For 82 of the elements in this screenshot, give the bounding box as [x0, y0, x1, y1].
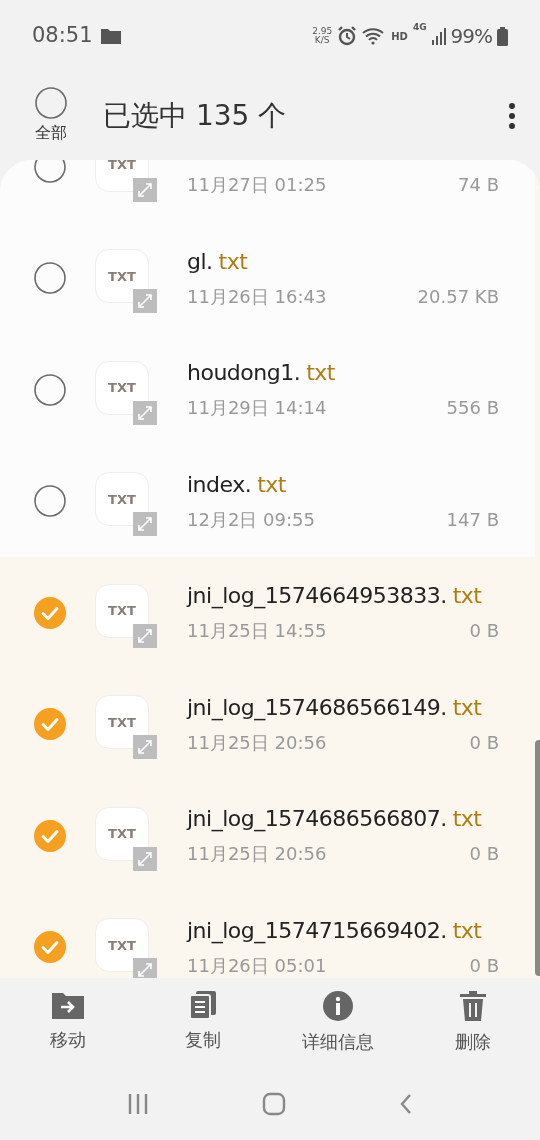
file-type-icon: TXT [95, 472, 149, 527]
action-button[interactable]: 删除 [405, 990, 540, 1068]
modified-date: 11月27日 01:25 [187, 173, 327, 198]
file-row[interactable]: TXT jni_log_1574664953833. txt 11月25日 14:55 0 B [0, 557, 535, 669]
modified-date: 11月25日 14:55 [187, 619, 327, 644]
modified-date: 11月25日 20:56 [187, 730, 327, 755]
recent-apps-icon[interactable] [126, 1092, 150, 1116]
select-all-checkbox[interactable] [35, 87, 67, 119]
file-extension: txt [257, 470, 286, 499]
row-checkbox[interactable] [34, 819, 66, 852]
file-extension: txt [452, 582, 482, 611]
row-checkbox[interactable] [34, 160, 66, 183]
expand-icon [133, 623, 157, 648]
file-size: 147 B [446, 507, 499, 532]
network-type: 4G [412, 21, 427, 34]
selection-title: 已选中 135 个 [103, 98, 287, 134]
expand-icon [133, 289, 157, 314]
file-row[interactable]: TXT jni_log_1574686566149. txt 11月25日 20:56 0 B [0, 668, 535, 780]
modified-date: 11月26日 05:01 [187, 953, 327, 978]
alarm-icon [337, 26, 358, 46]
expand-icon [133, 735, 157, 760]
action-button[interactable]: 详细信息 [270, 990, 405, 1068]
file-extension: txt [452, 693, 482, 722]
file-row[interactable]: TXT jni_log_1574686566807. txt 11月25日 20:56 0 B [0, 780, 535, 892]
file-size: 0 B [469, 619, 499, 644]
file-name: index. [187, 470, 252, 499]
row-checkbox[interactable] [34, 373, 66, 406]
file-type-icon: TXT [95, 918, 149, 973]
back-icon[interactable] [398, 1092, 414, 1116]
row-checkbox[interactable] [34, 596, 66, 629]
row-checkbox[interactable] [34, 931, 66, 964]
battery-percent: 99% [450, 23, 492, 50]
action-button[interactable]: 移动 [0, 990, 135, 1068]
file-name: jni_log_1574715669402. [187, 916, 447, 946]
file-type-icon: TXT [95, 583, 149, 638]
hd-label: HD [391, 29, 408, 44]
folder-arrow-icon [50, 990, 85, 1020]
more-options-icon[interactable] [508, 102, 516, 130]
expand-icon [133, 512, 157, 537]
speed-unit: K/S [314, 36, 330, 45]
file-type-icon: TXT [95, 360, 149, 415]
signal-icon [431, 27, 446, 45]
file-size: 74 B [458, 173, 499, 198]
trash-icon [458, 990, 487, 1022]
file-extension: txt [452, 805, 482, 834]
file-name: jni_log_1574664953833. [187, 582, 447, 611]
network-speed: 2.95 [312, 27, 333, 36]
file-extension: txt [218, 247, 248, 276]
expand-icon [133, 958, 157, 978]
file-size: 556 B [446, 396, 499, 421]
file-size: 20.57 KB [417, 284, 499, 309]
modified-date: 12月2日 09:55 [187, 507, 315, 532]
file-name: jni_log_1574686566807. [187, 805, 447, 834]
copy-icon [188, 990, 217, 1020]
expand-icon [133, 846, 157, 871]
action-button[interactable]: 复制 [135, 990, 270, 1068]
select-all-label: 全部 [35, 122, 67, 144]
expand-icon [133, 400, 157, 425]
file-row[interactable]: TXT jni_log_1574715669402. txt 11月26日 05:01 0 B [0, 891, 535, 978]
file-name: houdong1. [187, 359, 301, 388]
file-size: 0 B [469, 842, 499, 867]
modified-date: 11月26日 16:43 [187, 284, 327, 309]
clock: 08:51 [32, 22, 93, 50]
file-size: 0 B [469, 953, 499, 978]
file-extension: txt [306, 359, 335, 388]
file-name: gl. [187, 247, 213, 276]
file-type-icon: TXT [95, 806, 149, 861]
home-icon[interactable] [262, 1092, 286, 1116]
file-extension: txt [452, 916, 482, 945]
file-name: jni_log_1574686566149. [187, 693, 447, 723]
info-icon [321, 990, 354, 1022]
file-type-icon: TXT [95, 249, 149, 304]
modified-date: 11月25日 20:56 [187, 842, 327, 867]
row-checkbox[interactable] [34, 485, 66, 518]
row-checkbox[interactable] [34, 708, 66, 741]
folder-icon [100, 28, 121, 44]
modified-date: 11月29日 14:14 [187, 396, 327, 421]
file-size: 0 B [469, 730, 499, 755]
expand-icon [133, 177, 157, 202]
battery-icon [497, 26, 508, 46]
file-type-icon: TXT [95, 695, 149, 750]
row-checkbox[interactable] [34, 262, 66, 295]
